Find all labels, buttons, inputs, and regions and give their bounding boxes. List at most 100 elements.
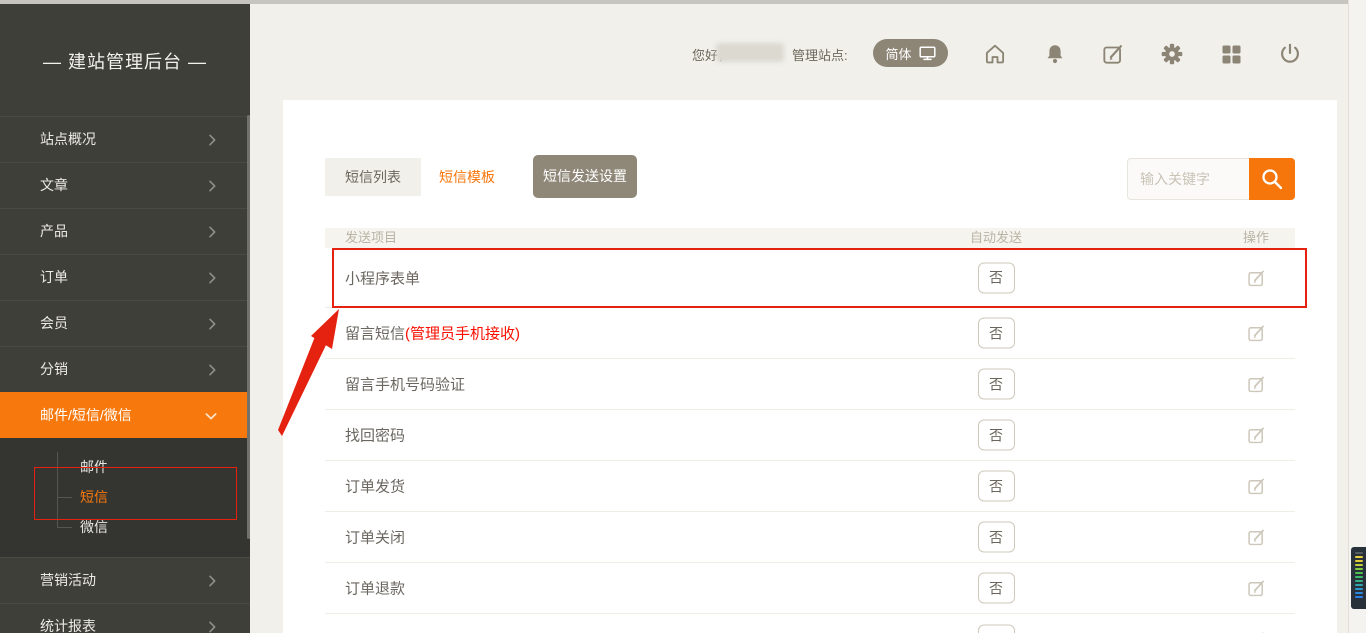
sidebar-item-statistics[interactable]: 统计报表 <box>0 603 250 633</box>
language-site-button[interactable]: 简体 <box>873 39 948 67</box>
edit-icon[interactable] <box>1226 476 1286 497</box>
column-header-auto-send: 自动发送 <box>958 228 1034 248</box>
sidebar-item-label: 邮件/短信/微信 <box>40 407 132 423</box>
chevron-down-icon <box>202 408 220 424</box>
content-panel: 短信列表 短信模板 短信发送设置 发送项目 自动发送 操作 小程序表单 否 <box>283 100 1337 633</box>
table-row-partial: 否 <box>325 614 1295 633</box>
table-header-row: 发送项目 自动发送 操作 <box>325 228 1295 248</box>
row-label: 留言手机号码验证 <box>345 377 465 394</box>
admin-backend-page: — 建站管理后台 — 站点概况 文章 产品 订单 <box>0 0 1366 633</box>
sms-template-table: 发送项目 自动发送 操作 小程序表单 否 留言短信(管理员手机接收) 否 留言手… <box>325 228 1295 633</box>
table-row-order-refund: 订单退款 否 <box>325 563 1295 614</box>
sidebar-item-label: 会员 <box>40 315 68 331</box>
chevron-right-icon <box>204 224 220 240</box>
row-label: 小程序表单 <box>345 270 420 287</box>
tree-line <box>57 452 58 527</box>
tree-line <box>57 467 72 468</box>
power-icon[interactable] <box>1276 40 1304 68</box>
tab-sms-list[interactable]: 短信列表 <box>325 158 421 196</box>
search-button[interactable] <box>1249 158 1295 200</box>
edit-icon[interactable] <box>1226 323 1286 344</box>
auto-send-toggle-button[interactable]: 否 <box>978 318 1015 349</box>
column-header-send-item: 发送项目 <box>345 228 397 248</box>
row-label: 订单发货 <box>345 479 405 496</box>
tab-label: 短信列表 <box>345 169 401 185</box>
chevron-right-icon <box>204 362 220 378</box>
column-header-operation: 操作 <box>1226 228 1286 248</box>
sidebar-item-products[interactable]: 产品 <box>0 208 250 254</box>
status-meter-widget[interactable] <box>1351 547 1366 609</box>
search-input[interactable] <box>1127 158 1249 200</box>
sidebar-item-marketing[interactable]: 营销活动 <box>0 557 250 603</box>
row-label: 留言短信 <box>345 326 405 343</box>
row-label-suffix: (管理员手机接收) <box>405 326 520 343</box>
sidebar-item-label: 统计报表 <box>40 618 96 633</box>
auto-send-toggle-button[interactable]: 否 <box>978 369 1015 400</box>
sidebar-item-label: 订单 <box>40 269 68 285</box>
auto-send-toggle-button[interactable]: 否 <box>978 522 1015 553</box>
auto-send-toggle-button[interactable]: 否 <box>978 624 1015 633</box>
submenu-item-label: 邮件 <box>80 459 108 475</box>
sidebar-item-label: 营销活动 <box>40 572 96 588</box>
row-label: 订单关闭 <box>345 530 405 547</box>
edit-icon[interactable] <box>1226 629 1286 633</box>
chevron-right-icon <box>204 316 220 332</box>
edit-icon[interactable] <box>1226 267 1286 288</box>
table-row-message-sms: 留言短信(管理员手机接收) 否 <box>325 308 1295 359</box>
username-redacted <box>716 43 784 62</box>
sidebar-menu: 站点概况 文章 产品 订单 <box>0 116 250 633</box>
bell-icon[interactable] <box>1041 40 1069 68</box>
chevron-right-icon <box>204 270 220 286</box>
sidebar-item-distribution[interactable]: 分销 <box>0 346 250 392</box>
table-row-miniprogram-form: 小程序表单 否 <box>325 248 1295 308</box>
sidebar-item-label: 产品 <box>40 223 68 239</box>
sidebar-title: — 建站管理后台 — <box>0 48 250 74</box>
auto-send-toggle-button[interactable]: 否 <box>978 471 1015 502</box>
edit-icon[interactable] <box>1226 374 1286 395</box>
row-label: 找回密码 <box>345 428 405 445</box>
submenu-item-mail[interactable]: 邮件 <box>80 457 108 477</box>
table-row-phone-verification: 留言手机号码验证 否 <box>325 359 1295 410</box>
row-label: 订单退款 <box>345 581 405 598</box>
chevron-right-icon <box>204 573 220 589</box>
chevron-right-icon <box>204 619 220 633</box>
gear-icon[interactable] <box>1158 40 1186 68</box>
auto-send-toggle-button[interactable]: 否 <box>978 262 1015 293</box>
submenu-item-sms[interactable]: 短信 <box>80 487 108 507</box>
page-scrollbar-track[interactable] <box>1348 0 1366 633</box>
manage-site-label: 管理站点: <box>792 45 848 64</box>
sidebar-submenu: 邮件 短信 微信 <box>0 438 250 557</box>
edit-icon[interactable] <box>1226 425 1286 446</box>
edit-icon[interactable] <box>1226 578 1286 599</box>
tab-label: 短信模板 <box>439 169 495 185</box>
sidebar-item-articles[interactable]: 文章 <box>0 162 250 208</box>
search-icon <box>1259 166 1285 192</box>
auto-send-toggle-button[interactable]: 否 <box>978 573 1015 604</box>
apps-grid-icon[interactable] <box>1217 40 1245 68</box>
sidebar-item-members[interactable]: 会员 <box>0 300 250 346</box>
monitor-icon <box>919 46 936 61</box>
sidebar-item-label: 文章 <box>40 177 68 193</box>
submenu-item-label: 微信 <box>80 519 108 535</box>
sidebar-item-mail-sms-wechat[interactable]: 邮件/短信/微信 <box>0 392 250 438</box>
sms-send-settings-button[interactable]: 短信发送设置 <box>533 155 637 198</box>
auto-send-toggle-button[interactable]: 否 <box>978 420 1015 451</box>
compose-icon[interactable] <box>1099 40 1127 68</box>
sidebar-item-orders[interactable]: 订单 <box>0 254 250 300</box>
sidebar: — 建站管理后台 — 站点概况 文章 产品 订单 <box>0 4 250 633</box>
chevron-right-icon <box>204 132 220 148</box>
tree-line <box>57 527 72 528</box>
submenu-item-wechat[interactable]: 微信 <box>80 517 108 537</box>
edit-icon[interactable] <box>1226 527 1286 548</box>
sidebar-item-label: 分销 <box>40 361 68 377</box>
sidebar-item-site-overview[interactable]: 站点概况 <box>0 116 250 162</box>
tree-line <box>57 497 72 498</box>
chevron-right-icon <box>204 178 220 194</box>
table-row-order-closed: 订单关闭 否 <box>325 512 1295 563</box>
table-row-order-shipped: 订单发货 否 <box>325 461 1295 512</box>
tab-sms-template[interactable]: 短信模板 <box>421 158 513 196</box>
table-row-password-recovery: 找回密码 否 <box>325 410 1295 461</box>
sidebar-scrollbar[interactable] <box>247 115 250 539</box>
home-icon[interactable] <box>981 40 1009 68</box>
sidebar-item-label: 站点概况 <box>40 131 96 147</box>
